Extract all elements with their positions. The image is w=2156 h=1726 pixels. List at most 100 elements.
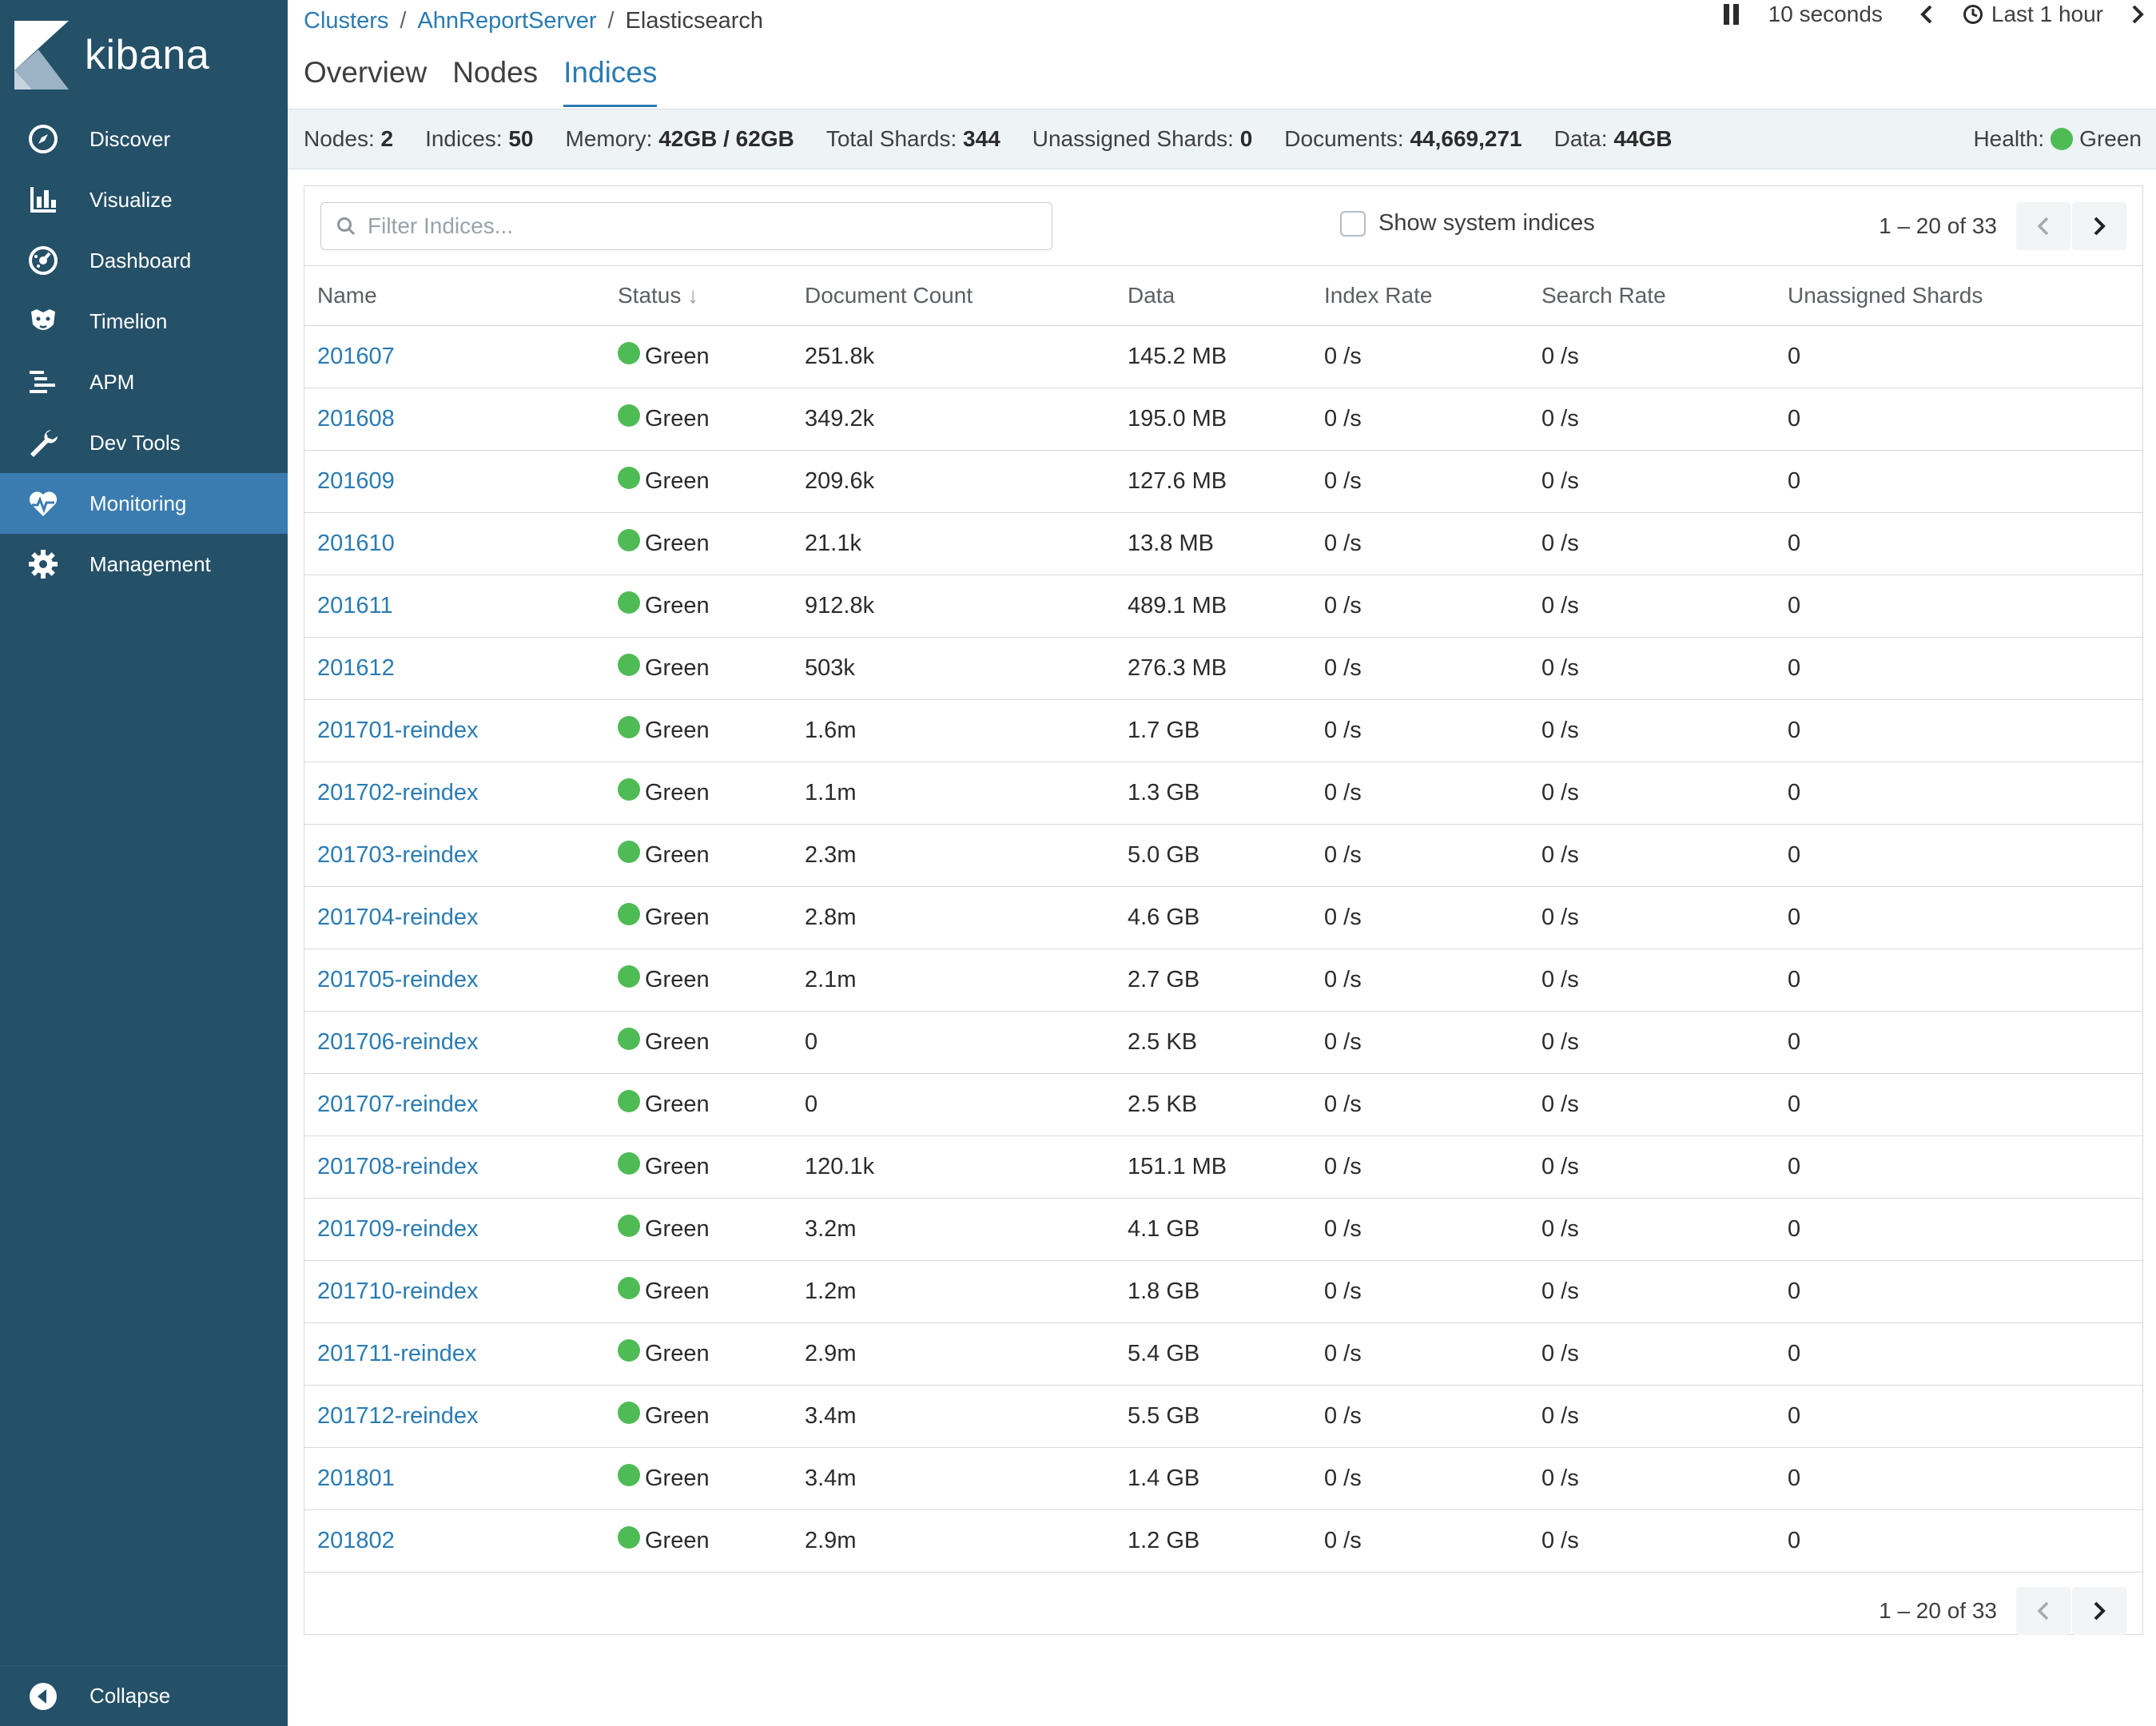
table-row: 201610 Green 21.1k 13.8 MB 0 /s 0 /s 0	[304, 512, 2142, 575]
filter-indices-field[interactable]	[320, 202, 1052, 250]
breadcrumb-server[interactable]: AhnReportServer	[417, 8, 596, 34]
index-link[interactable]: 201802	[317, 1528, 395, 1553]
time-forward-button[interactable]	[2130, 4, 2145, 25]
cell-document-count: 503k	[805, 654, 855, 681]
column-header-name[interactable]: Name	[304, 266, 605, 326]
prev-page-button[interactable]	[2016, 1586, 2070, 1635]
index-link[interactable]: 201701-reindex	[317, 718, 479, 743]
cell-document-count: 1.1m	[805, 779, 857, 805]
next-page-button[interactable]	[2072, 202, 2126, 250]
status-dot-icon	[618, 1526, 640, 1549]
heartbeat-icon	[26, 486, 61, 521]
index-link[interactable]: 201711-reindex	[317, 1341, 476, 1366]
cell-name: 201710-reindex	[304, 1260, 605, 1322]
tab-overview[interactable]: Overview	[304, 56, 427, 107]
cell-status: Green	[605, 699, 792, 762]
sidebar-item-timelion[interactable]: Timelion	[0, 291, 288, 352]
cell-unassigned-shards: 0	[1788, 717, 1801, 743]
cell-search-rate: 0 /s	[1541, 966, 1579, 992]
cell-status: Green	[605, 949, 792, 1011]
cell-status: Green	[605, 1447, 792, 1509]
sidebar-item-dev-tools[interactable]: Dev Tools	[0, 412, 288, 473]
sidebar-item-label: Monitoring	[90, 491, 187, 515]
status-text: Green	[645, 1278, 710, 1304]
index-link[interactable]: 201702-reindex	[317, 780, 479, 805]
index-link[interactable]: 201705-reindex	[317, 967, 479, 992]
index-link[interactable]: 201608	[317, 406, 395, 432]
system-indices-checkbox[interactable]	[1340, 210, 1366, 237]
filter-indices-input[interactable]	[368, 213, 1039, 239]
table-row: 201704-reindex Green 2.8m 4.6 GB 0 /s 0 /s 0	[304, 886, 2142, 949]
tab-nodes[interactable]: Nodes	[452, 56, 538, 107]
column-header-unassigned-shards[interactable]: Unassigned Shards	[1775, 266, 2142, 326]
index-link[interactable]: 201609	[317, 468, 395, 494]
sidebar-item-visualize[interactable]: Visualize	[0, 169, 288, 230]
clock-icon	[1963, 5, 1983, 24]
status-text: Green	[645, 717, 710, 743]
index-link[interactable]: 201607	[317, 344, 395, 369]
index-link[interactable]: 201708-reindex	[317, 1154, 479, 1179]
cell-unassigned-shards: 0	[1788, 654, 1801, 681]
show-system-indices-toggle[interactable]: Show system indices	[1340, 210, 1595, 237]
column-header-search-rate[interactable]: Search Rate	[1529, 266, 1775, 326]
prev-page-button[interactable]	[2016, 202, 2070, 250]
status-text: Green	[645, 1340, 710, 1366]
index-link[interactable]: 201611	[317, 593, 393, 618]
status-text: Green	[645, 1091, 710, 1117]
index-link[interactable]: 201801	[317, 1466, 395, 1491]
cell-name: 201711-reindex	[304, 1322, 605, 1385]
cell-name: 201607	[304, 325, 605, 388]
breadcrumb-clusters[interactable]: Clusters	[304, 8, 388, 34]
status-dot-icon	[618, 903, 640, 925]
column-header-document-count[interactable]: Document Count	[792, 266, 1115, 326]
refresh-interval[interactable]: 10 seconds	[1768, 2, 1883, 27]
sidebar-item-discover[interactable]: Discover	[0, 109, 288, 169]
time-range-label: Last 1 hour	[1991, 2, 2103, 26]
index-link[interactable]: 201709-reindex	[317, 1216, 479, 1242]
collapse-button[interactable]: Collapse	[0, 1665, 288, 1726]
index-link[interactable]: 201712-reindex	[317, 1403, 479, 1429]
table-row: 201708-reindex Green 120.1k 151.1 MB 0 /s 0 /…	[304, 1135, 2142, 1198]
cell-unassigned-shards: 0	[1788, 966, 1801, 992]
status-text: Green	[645, 592, 710, 618]
cell-index-rate: 0 /s	[1324, 779, 1362, 805]
index-link[interactable]: 201710-reindex	[317, 1279, 479, 1304]
status-dot-icon	[618, 1215, 640, 1237]
cell-name: 201708-reindex	[304, 1135, 605, 1198]
sidebar-item-monitoring[interactable]: Monitoring	[0, 473, 288, 534]
tab-indices[interactable]: Indices	[563, 56, 658, 107]
cell-name: 201612	[304, 637, 605, 699]
index-link[interactable]: 201610	[317, 531, 395, 556]
summary-total-shards: Total Shards: 344	[825, 126, 1000, 151]
cell-data: 5.0 GB	[1128, 841, 1200, 868]
time-back-button[interactable]	[1919, 4, 1934, 25]
sidebar-item-apm[interactable]: APM	[0, 352, 288, 412]
index-link[interactable]: 201612	[317, 655, 395, 681]
status-dot-icon	[618, 591, 640, 614]
sidebar-item-dashboard[interactable]: Dashboard	[0, 230, 288, 291]
sidebar-item-management[interactable]: Management	[0, 534, 288, 595]
table-footer: 1 – 20 of 33	[304, 1573, 2142, 1637]
index-link[interactable]: 201703-reindex	[317, 842, 479, 868]
cell-search-rate: 0 /s	[1541, 1465, 1579, 1491]
index-link[interactable]: 201704-reindex	[317, 905, 479, 930]
cell-status: Green	[605, 824, 792, 886]
column-header-data[interactable]: Data	[1115, 266, 1311, 326]
index-link[interactable]: 201706-reindex	[317, 1029, 479, 1055]
status-text: Green	[645, 530, 710, 556]
cell-unassigned-shards: 0	[1788, 1215, 1801, 1242]
index-link[interactable]: 201707-reindex	[317, 1092, 479, 1117]
cell-unassigned-shards: 0	[1788, 405, 1801, 432]
collapse-arrow-icon	[26, 1679, 61, 1714]
kibana-brand[interactable]: kibana	[14, 19, 209, 91]
time-picker[interactable]: Last 1 hour	[1963, 2, 2103, 27]
pause-button[interactable]	[1722, 4, 1741, 25]
cell-data: 4.6 GB	[1128, 904, 1200, 930]
column-header-index-rate[interactable]: Index Rate	[1311, 266, 1529, 326]
chevron-right-icon	[2132, 5, 2144, 24]
indices-table: Name Status ↓ Document Count Data Index …	[304, 266, 2142, 1573]
cell-unassigned-shards: 0	[1788, 779, 1801, 805]
table-row: 201701-reindex Green 1.6m 1.7 GB 0 /s 0 /s 0	[304, 699, 2142, 762]
column-header-status[interactable]: Status ↓	[605, 266, 792, 326]
next-page-button[interactable]	[2072, 1586, 2126, 1635]
